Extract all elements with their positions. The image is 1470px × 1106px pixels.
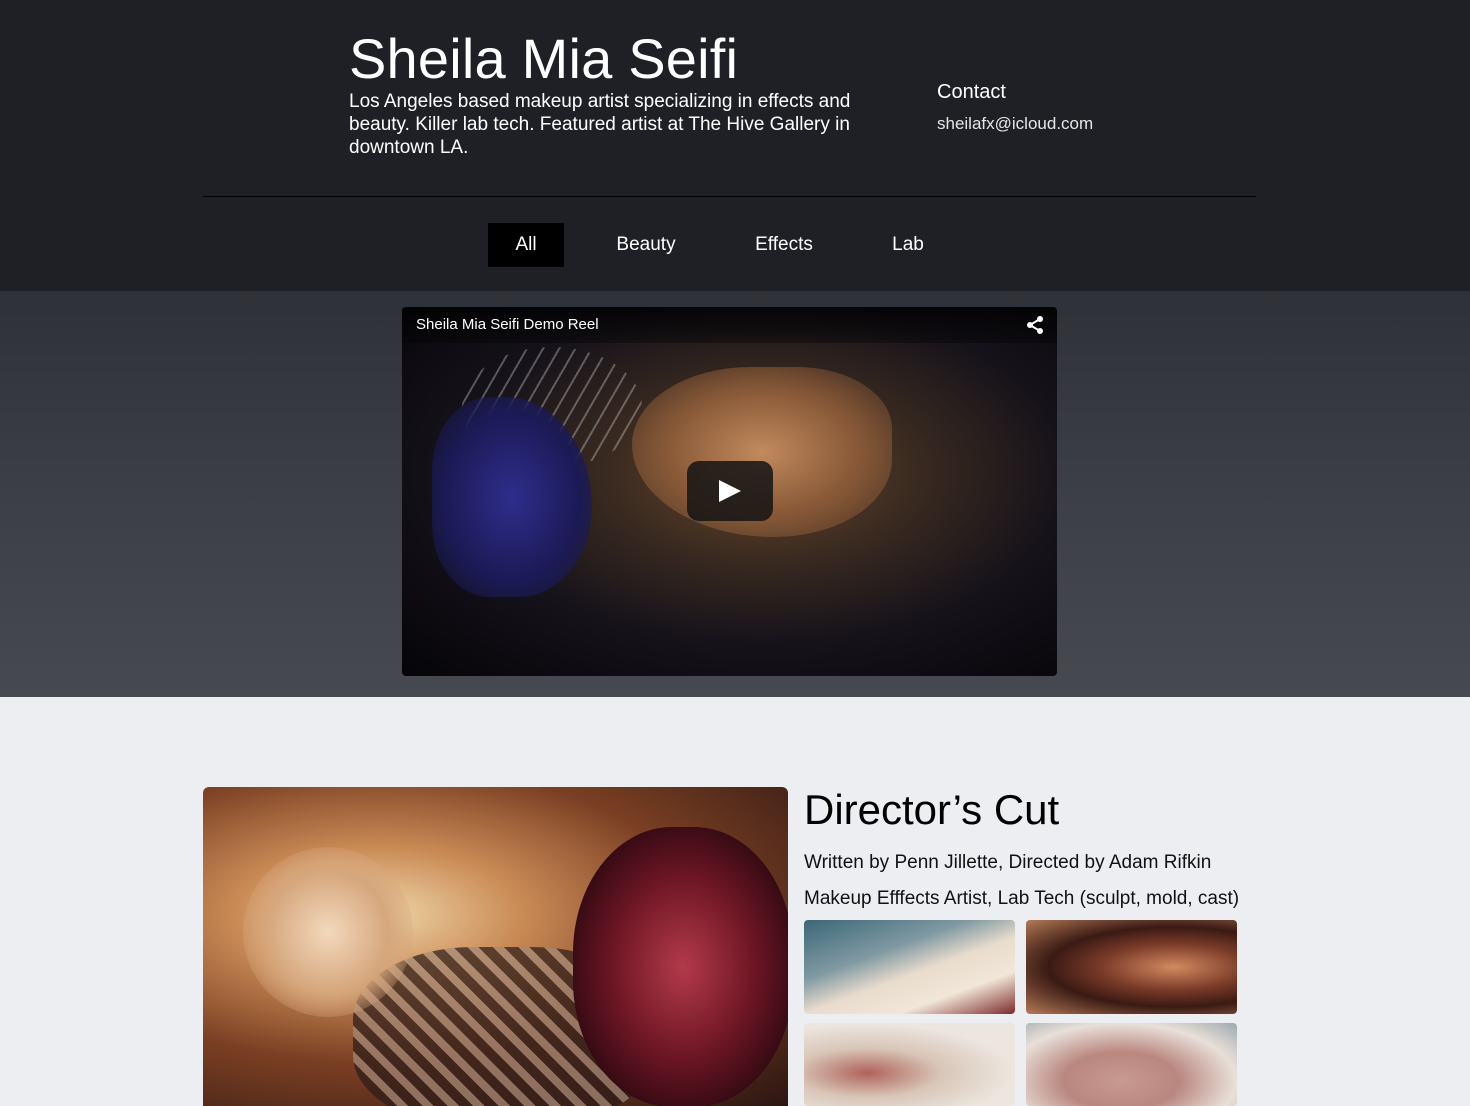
contact-email-link[interactable]: sheilafx@icloud.com <box>937 114 1093 134</box>
project-title: Director’s Cut <box>804 786 1060 833</box>
play-button[interactable] <box>687 461 773 521</box>
project-thumbnail[interactable] <box>804 920 1015 1014</box>
tab-effects[interactable]: Effects <box>738 223 830 267</box>
contact-heading: Contact <box>937 81 1006 103</box>
project-thumbnail[interactable] <box>1026 920 1237 1014</box>
video-title: Sheila Mia Seifi Demo Reel <box>416 316 599 333</box>
photo-detail <box>573 827 788 1106</box>
photo-detail <box>243 847 413 1017</box>
project-credits: Written by Penn Jillette, Directed by Ad… <box>804 852 1212 873</box>
project-main-photo[interactable] <box>203 787 788 1106</box>
tab-beauty[interactable]: Beauty <box>600 223 692 267</box>
video-title-bar: Sheila Mia Seifi Demo Reel <box>402 307 1057 343</box>
share-icon[interactable] <box>1025 315 1045 335</box>
play-icon <box>719 480 741 502</box>
header-divider <box>203 196 1256 197</box>
project-thumbnail[interactable] <box>1026 1023 1237 1106</box>
site-tagline: Los Angeles based makeup artist speciali… <box>349 91 851 158</box>
site-title: Sheila Mia Seifi <box>349 27 739 90</box>
tab-all[interactable]: All <box>488 223 564 267</box>
project-role: Makeup Efffects Artist, Lab Tech (sculpt… <box>804 888 1240 909</box>
site-header: Sheila Mia Seifi Los Angeles based makeu… <box>0 0 1470 291</box>
tab-lab[interactable]: Lab <box>876 223 940 267</box>
project-thumbnail[interactable] <box>804 1023 1015 1106</box>
demo-reel-video[interactable]: Sheila Mia Seifi Demo Reel <box>402 307 1057 676</box>
